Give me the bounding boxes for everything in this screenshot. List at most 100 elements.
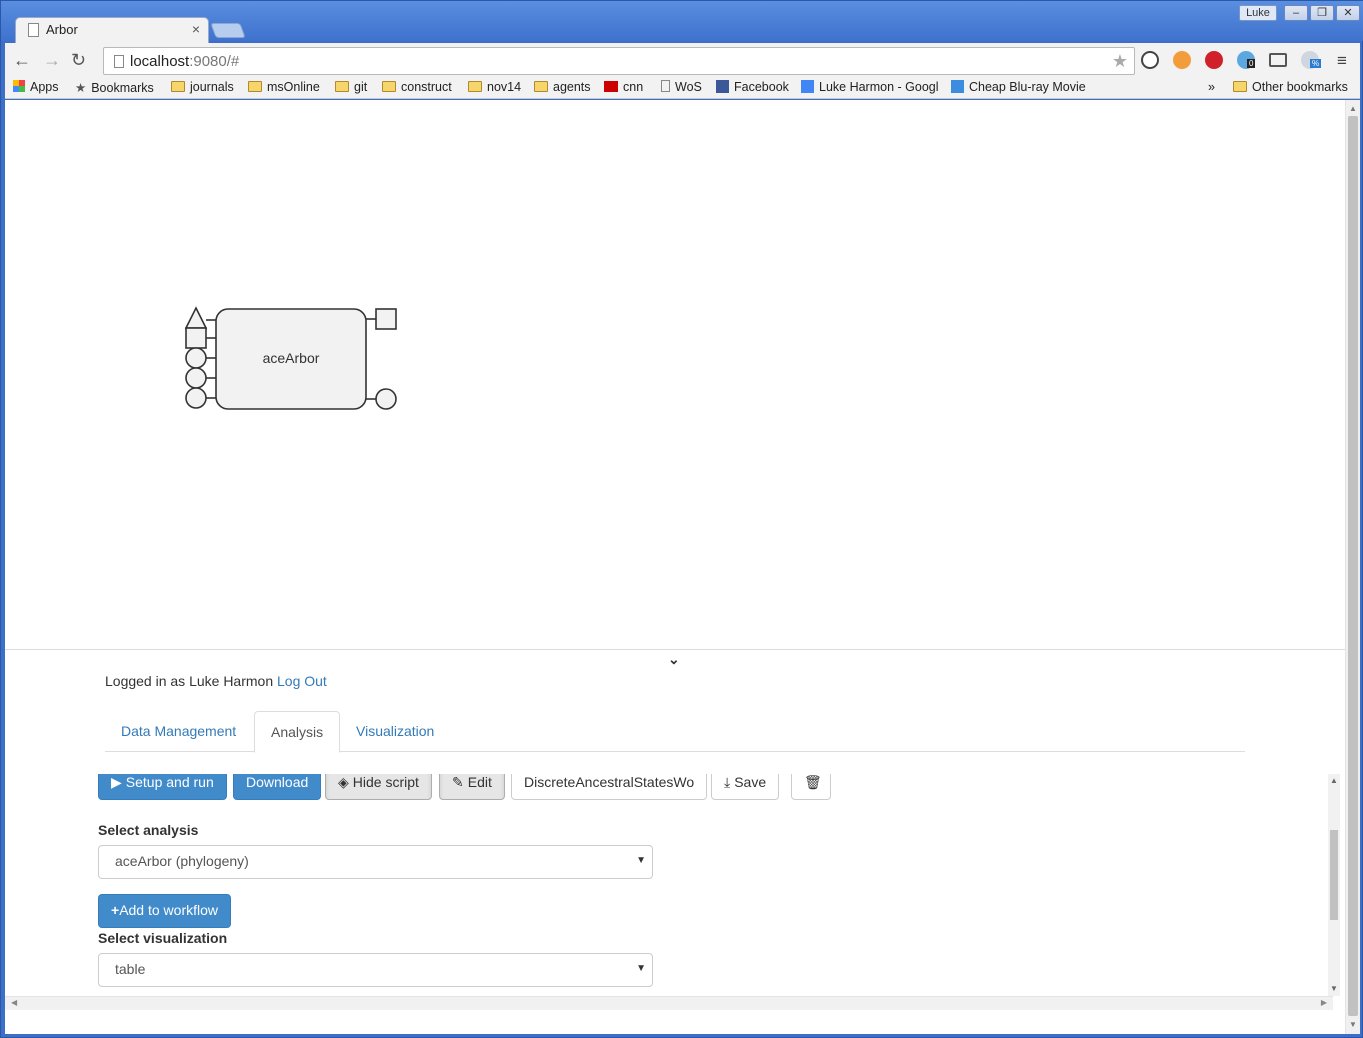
apps-grid-icon [13,80,25,92]
login-text: Logged in as Luke Harmon [105,673,274,689]
new-tab-button[interactable] [210,23,246,38]
input-port-circle[interactable] [185,367,207,389]
hide-script-button[interactable]: ◈ Hide script [325,774,432,800]
tab-close-icon[interactable]: × [192,21,200,37]
main-tabs: Data Management Analysis Visualization [105,711,1245,753]
input-port-triangle[interactable] [184,306,208,329]
download-button[interactable]: Download [233,774,322,800]
cnn-icon [604,81,618,92]
scroll-up-icon[interactable]: ▲ [1330,776,1338,785]
extension-percent-badge: % [1310,59,1322,68]
tab-visualization[interactable]: Visualization [340,711,450,752]
select-analysis-label: Select analysis [98,822,199,838]
analysis-select[interactable]: aceArbor (phylogeny) ▼ [98,845,653,879]
bookmark-msonline[interactable]: msOnline [248,80,320,94]
edit-button[interactable]: ✎ Edit [439,774,505,800]
bookmark-bluray[interactable]: Cheap Blu-ray Movie [951,80,1091,94]
extension-shield-icon[interactable]: % [1301,51,1322,69]
scroll-down-icon[interactable]: ▼ [1349,1020,1357,1029]
maximize-button[interactable]: ❐ [1310,5,1334,21]
input-port-square[interactable] [185,327,207,349]
tab-data-management[interactable]: Data Management [105,711,252,752]
page-viewport: aceArbor ⌄ Logged in as Luke Harmon Log … [5,100,1360,1034]
browser-tab-arbor[interactable]: Arbor × [15,17,209,43]
folder-icon [248,81,262,92]
page-icon [114,55,124,68]
download-icon: ⤓ [724,774,731,790]
folder-icon [382,81,396,92]
scroll-up-icon[interactable]: ▲ [1349,104,1357,113]
input-port-circle[interactable] [185,347,207,369]
eye-slash-icon: ◈ [338,774,349,790]
play-icon: ▶ [111,774,122,790]
caret-down-icon: ▼ [636,963,646,974]
page-scroll-thumb[interactable] [1348,116,1358,1016]
edit-icon: ✎ [452,774,464,790]
browser-window: Arbor × Luke – ❐ ✕ ← → ↻ localhost:9080/… [0,0,1363,1038]
horizontal-scrollbar[interactable]: ◀ ▶ [5,996,1333,1010]
extension-adblock-icon[interactable] [1205,51,1223,69]
caret-down-icon: ▼ [636,855,646,866]
bookmark-cnn[interactable]: cnn [604,80,643,94]
input-port-circle[interactable] [185,387,207,409]
bookmarks-overflow-button[interactable]: » [1208,80,1215,94]
star-icon: ★ [75,81,87,95]
browser-toolbar: ← → ↻ localhost:9080/# ★ 0 % ≡ [5,43,1360,77]
bookmark-nov14[interactable]: nov14 [468,80,521,94]
profile-button[interactable]: Luke [1239,5,1277,21]
address-bar[interactable]: localhost:9080/# ★ [103,47,1135,75]
panel-scroll-thumb[interactable] [1330,830,1338,920]
setup-run-button[interactable]: ▶ Setup and run [98,774,227,800]
minimize-button[interactable]: – [1284,5,1308,21]
scroll-down-icon[interactable]: ▼ [1330,984,1338,993]
chrome-menu-icon[interactable]: ≡ [1337,51,1347,71]
url-text: localhost:9080/# [130,53,240,70]
bookmark-bookmarks[interactable]: ★ Bookmarks [75,80,154,95]
bookmark-construct[interactable]: construct [382,80,452,94]
save-button[interactable]: ⤓ Save [711,774,780,800]
tab-analysis[interactable]: Analysis [254,711,341,753]
panel-scrollbar[interactable]: ▲ ▼ [1328,774,1340,996]
extension-b-icon[interactable] [1173,51,1191,69]
b-icon [951,80,964,93]
workflow-canvas[interactable]: aceArbor [5,100,1345,649]
page-icon [28,23,39,37]
reload-icon[interactable]: ↻ [71,50,86,71]
logout-link[interactable]: Log Out [277,673,327,689]
workflow-name-field[interactable]: DiscreteAncestralStatesWo [511,774,707,800]
chevron-down-icon[interactable]: ⌄ [668,651,680,668]
bookmark-git[interactable]: git [335,80,367,94]
panel-divider [5,649,1345,650]
folder-icon [171,81,185,92]
output-port-square[interactable] [375,308,397,330]
output-port-circle[interactable] [375,388,397,410]
extension-ghostery-icon[interactable]: 0 [1237,51,1256,69]
page-scrollbar[interactable]: ▲ ▼ [1345,100,1360,1034]
close-window-button[interactable]: ✕ [1336,5,1360,21]
folder-icon [1233,81,1247,92]
bookmark-agents[interactable]: agents [534,80,591,94]
bookmark-journals[interactable]: journals [171,80,234,94]
analysis-panel: ▶ Setup and run Download ◈ Hide script ✎ Ed… [95,774,1345,996]
visualization-select[interactable]: table ▼ [98,953,653,987]
bookmark-wos[interactable]: WoS [661,80,702,94]
delete-button[interactable]: 🗑 [791,774,831,800]
forward-icon[interactable]: → [43,50,61,71]
bookmark-apps[interactable]: Apps [13,80,59,94]
bookmark-facebook[interactable]: Facebook [716,80,789,94]
bookmark-other[interactable]: Other bookmarks [1233,80,1348,94]
facebook-icon [716,80,729,93]
bookmark-star-icon[interactable]: ★ [1112,51,1128,72]
folder-icon [468,81,482,92]
analysis-selected-value: aceArbor (phylogeny) [115,853,249,869]
page-icon [661,80,670,92]
scroll-right-icon[interactable]: ▶ [1321,998,1327,1007]
extension-s-icon[interactable] [1141,51,1159,69]
login-status: Logged in as Luke Harmon Log Out [105,673,327,689]
scroll-left-icon[interactable]: ◀ [11,998,17,1007]
back-icon[interactable]: ← [13,50,31,71]
bookmark-luke-harmon[interactable]: Luke Harmon - Googl [801,80,939,94]
cast-icon[interactable] [1269,53,1287,67]
add-to-workflow-button[interactable]: +Add to workflow [98,894,232,928]
google-scholar-icon [801,80,814,93]
